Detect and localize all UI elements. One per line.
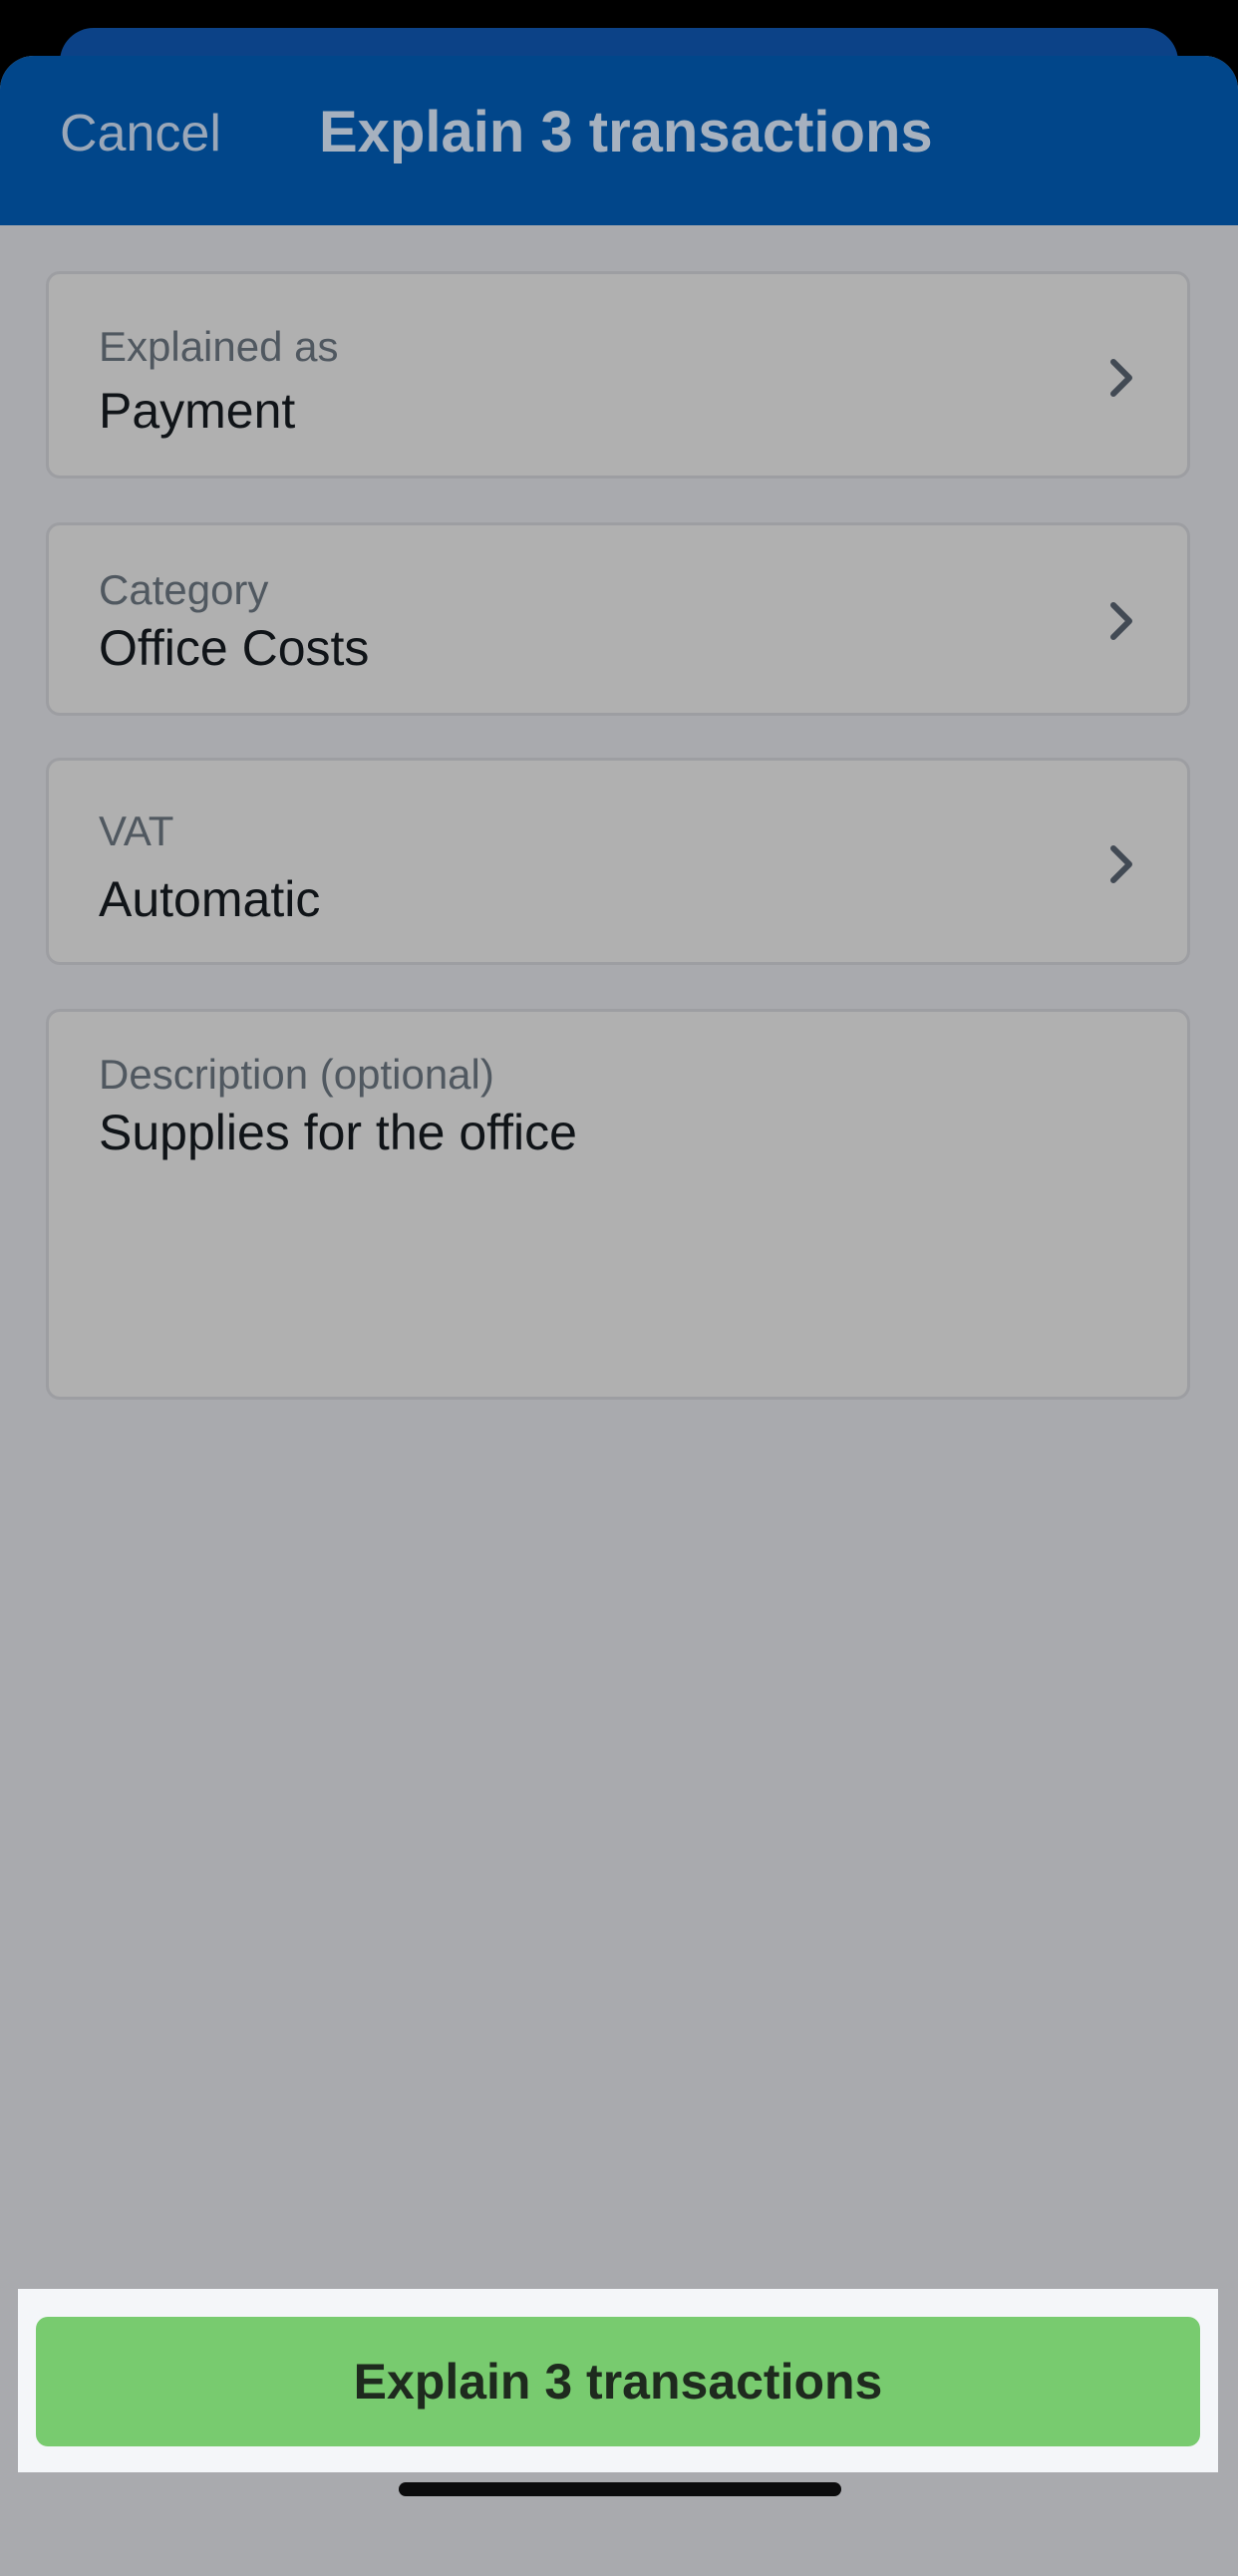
description-value: Supplies for the office	[99, 1105, 577, 1160]
description-textarea[interactable]: Description (optional) Supplies for the …	[46, 1009, 1190, 1400]
chevron-right-icon	[1110, 602, 1132, 640]
explain-transactions-sheet: Cancel Explain 3 transactions Explained …	[0, 56, 1238, 2576]
explain-transactions-button[interactable]: Explain 3 transactions	[36, 2317, 1200, 2446]
category-label: Category	[99, 566, 269, 613]
category-value: Office Costs	[99, 620, 370, 676]
vat-field[interactable]: VAT Automatic	[46, 758, 1190, 965]
page-title: Explain 3 transactions	[319, 100, 933, 164]
navigation-bar: Cancel Explain 3 transactions	[0, 56, 1238, 225]
app-screen: Cancel Explain 3 transactions Explained …	[0, 0, 1238, 2576]
vat-label: VAT	[99, 807, 174, 854]
explained-as-field[interactable]: Explained as Payment	[46, 271, 1190, 479]
explained-as-value: Payment	[99, 383, 296, 439]
vat-value: Automatic	[99, 871, 321, 927]
footer-action-bar: Explain 3 transactions	[18, 2289, 1218, 2472]
explained-as-label: Explained as	[99, 323, 339, 370]
chevron-right-icon	[1110, 359, 1132, 397]
home-indicator[interactable]	[399, 2482, 841, 2496]
category-field[interactable]: Category Office Costs	[46, 522, 1190, 716]
chevron-right-icon	[1110, 845, 1132, 883]
description-label: Description (optional)	[99, 1051, 494, 1098]
cancel-button[interactable]: Cancel	[60, 108, 221, 160]
